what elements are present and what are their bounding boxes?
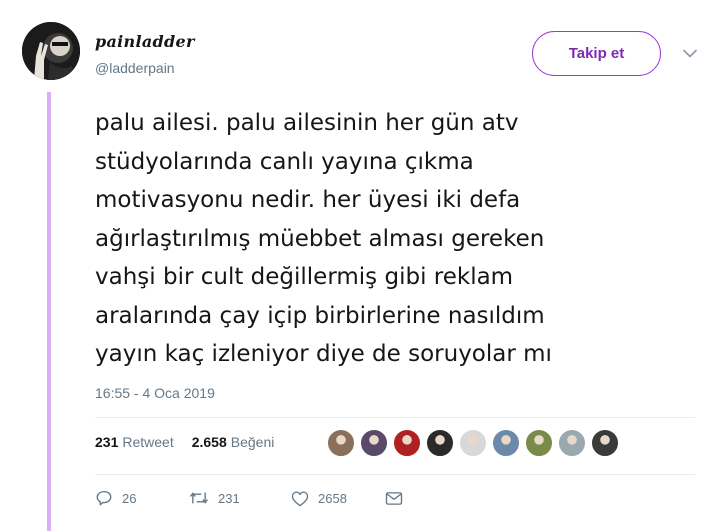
tweet-text-line: ağırlaştırılmış müebbet alması gereken [95, 225, 545, 252]
heart-icon [291, 490, 309, 506]
retweet-label[interactable]: Retweet [122, 434, 173, 450]
like-count: 2658 [318, 490, 347, 506]
more-options-button[interactable] [681, 44, 699, 62]
liker-avatars [326, 428, 623, 458]
tweet-text-line: yayın kaç izleniyor diye de soruyolar mı [95, 341, 552, 367]
liker-avatar[interactable] [425, 428, 455, 458]
tweet-text-line: palu ailesi. palu ailesinin her gün atv [95, 110, 519, 136]
tweet-stats: 231 Retweet 2.658 Beğeni [95, 434, 292, 450]
user-handle[interactable]: @ladderpain [95, 60, 175, 76]
reply-count: 26 [122, 490, 137, 506]
liker-avatar[interactable] [590, 428, 620, 458]
chevron-down-icon [683, 49, 697, 57]
retweet-count-stat[interactable]: 231 [95, 434, 118, 450]
like-count-stat[interactable]: 2.658 [192, 434, 227, 450]
liker-avatar[interactable] [491, 428, 521, 458]
envelope-icon [385, 491, 403, 505]
tweet-text-line: stüdyolarında canlı yayına çıkma [95, 148, 474, 175]
thread-line [47, 92, 51, 531]
tweet-card: painladder @ladderpain Takip et palu ail… [0, 0, 728, 531]
tweet-timestamp[interactable]: 16:55 - 4 Oca 2019 [95, 385, 215, 401]
liker-avatar[interactable] [458, 428, 488, 458]
divider [95, 417, 695, 418]
follow-button[interactable]: Takip et [532, 31, 661, 76]
liker-avatar[interactable] [392, 428, 422, 458]
reply-icon [96, 490, 112, 506]
liker-avatar[interactable] [524, 428, 554, 458]
liker-avatar[interactable] [557, 428, 587, 458]
liker-avatar[interactable] [326, 428, 356, 458]
avatar-peace-sign-icon [22, 22, 80, 80]
retweet-icon [189, 492, 209, 504]
avatar[interactable] [22, 22, 80, 80]
reply-button[interactable]: 26 [95, 489, 189, 507]
retweet-button[interactable]: 231 [189, 489, 291, 507]
tweet-text: palu ailesi. palu ailesinin her gün atv … [95, 104, 695, 374]
display-name[interactable]: painladder [95, 32, 195, 51]
direct-message-button[interactable] [385, 491, 403, 506]
tweet-text-line: motivasyonu nedir. her üyesi iki defa [95, 187, 521, 213]
divider [95, 474, 695, 475]
tweet-text-line: vahşi bir cult değillermiş gibi reklam [95, 264, 514, 290]
retweet-count: 231 [218, 490, 240, 506]
action-bar: 26 231 2658 [95, 489, 403, 507]
tweet-text-line: aralarında çay içip birbirlerine nasıldı… [95, 302, 545, 329]
liker-avatar[interactable] [359, 428, 389, 458]
like-button[interactable]: 2658 [291, 490, 385, 507]
like-label[interactable]: Beğeni [231, 434, 275, 450]
